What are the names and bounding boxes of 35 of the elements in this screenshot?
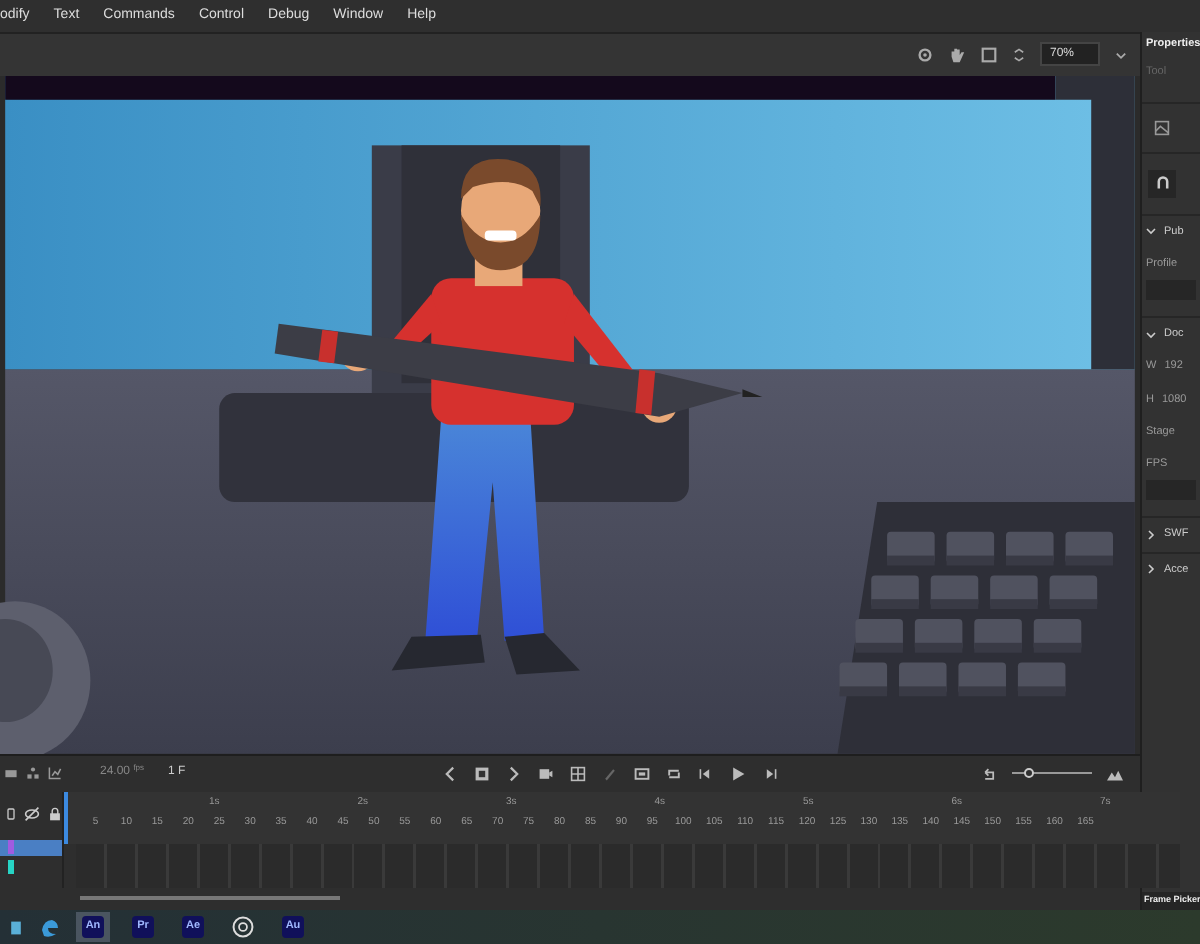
magnet-icon <box>1155 176 1169 190</box>
eye-icon[interactable] <box>24 805 40 822</box>
hand-icon[interactable] <box>948 45 966 64</box>
center-icon[interactable] <box>1012 45 1026 64</box>
horizontal-scrollbar[interactable] <box>80 895 340 900</box>
chevron-right-icon <box>1146 564 1156 575</box>
chevron-down-icon <box>1146 329 1156 340</box>
image-icon[interactable] <box>1154 119 1170 135</box>
aperture-icon <box>232 916 254 938</box>
chevron-left-icon[interactable] <box>441 765 458 782</box>
undo-icon[interactable] <box>982 765 998 782</box>
slider-thumb[interactable] <box>1023 768 1033 779</box>
phone-icon[interactable] <box>6 805 16 822</box>
chevron-right-icon[interactable] <box>505 765 522 782</box>
snap-button[interactable] <box>1148 169 1176 197</box>
caret-icon[interactable] <box>1114 47 1128 62</box>
app-icon[interactable] <box>8 917 24 937</box>
loop-icon[interactable] <box>665 765 682 782</box>
layer-grid-icon[interactable] <box>569 765 586 782</box>
chevron-down-icon <box>1146 226 1156 237</box>
add-keyframe-icon[interactable] <box>473 765 490 782</box>
mountains-icon[interactable] <box>1106 765 1124 782</box>
step-forward-icon[interactable] <box>761 765 778 782</box>
camera-icon[interactable] <box>537 765 554 782</box>
clip-icon[interactable] <box>980 45 998 64</box>
lock-icon[interactable] <box>48 805 62 822</box>
edge-icon[interactable] <box>40 917 60 937</box>
play-icon[interactable] <box>729 765 746 782</box>
chevron-right-icon <box>1146 529 1156 540</box>
graph-icon[interactable] <box>48 766 62 781</box>
step-back-icon[interactable] <box>697 765 714 782</box>
layer-row[interactable] <box>0 839 62 856</box>
crosshair-icon[interactable] <box>916 45 934 64</box>
hierarchy-icon[interactable] <box>26 766 40 781</box>
onion-skin-icon[interactable] <box>633 765 650 782</box>
